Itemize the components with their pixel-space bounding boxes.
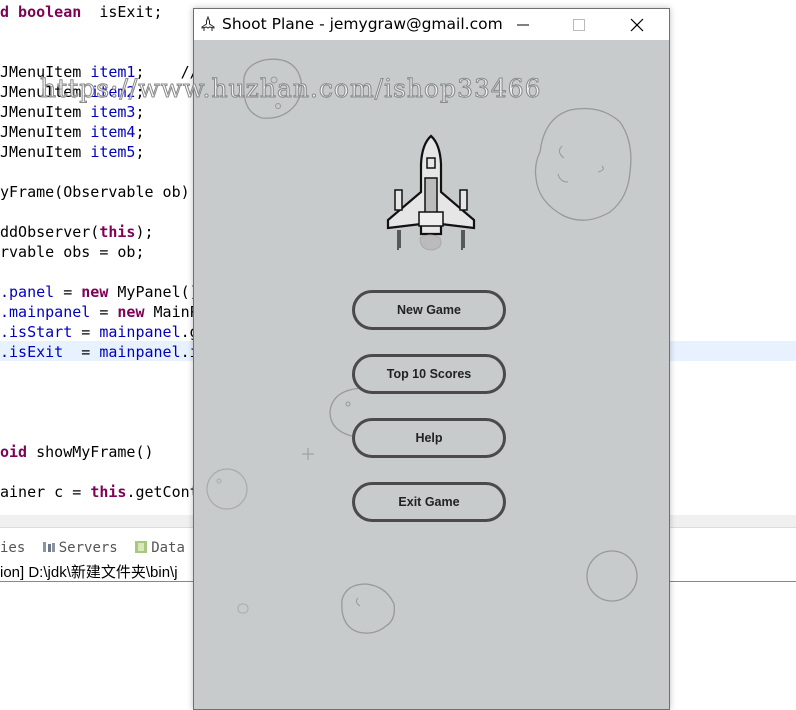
code-token: =: [54, 283, 82, 301]
top-scores-button[interactable]: Top 10 Scores: [352, 354, 506, 394]
code-token: item4: [90, 123, 136, 141]
code-line: JMenuItem item1; //: [0, 62, 199, 82]
code-token: JMenuItem: [0, 123, 91, 141]
code-line: oid showMyFrame(): [0, 442, 154, 462]
code-line: JMenuItem item3;: [0, 102, 145, 122]
code-token: item3: [90, 103, 136, 121]
plane-app-icon: [201, 16, 215, 31]
code-token: ainer c =: [0, 483, 91, 501]
code-token: );: [135, 223, 154, 241]
title-bar[interactable]: Shoot Plane - jemygraw@gmail.com: [194, 9, 669, 40]
asteroid-icon: [341, 583, 395, 634]
exit-game-button[interactable]: Exit Game: [352, 482, 506, 522]
code-line: JMenuItem item5;: [0, 142, 145, 162]
code-token: ;: [135, 103, 145, 121]
code-token: mainpanel: [99, 343, 181, 361]
asteroid-icon: [237, 603, 249, 614]
code-token: .isStart: [0, 323, 73, 341]
code-line: yFrame(Observable ob): [0, 182, 190, 202]
code-token: oid: [0, 443, 28, 461]
code-token: isExit;: [81, 3, 163, 21]
tab-label: ies: [0, 540, 26, 556]
code-token: ;: [135, 83, 145, 101]
close-icon: [630, 18, 644, 31]
maximize-button[interactable]: [556, 9, 602, 40]
code-token: new: [81, 283, 109, 301]
code-token: item2: [90, 83, 136, 101]
code-token: d boolean: [0, 3, 82, 21]
code-token: =: [63, 343, 100, 361]
code-token: yFrame(Observable ob): [0, 183, 190, 201]
close-button[interactable]: [614, 9, 660, 40]
code-token: =: [90, 303, 118, 321]
asteroid-icon: [243, 58, 303, 119]
tab-servers[interactable]: Servers: [42, 537, 118, 559]
code-line: .isExit = mainpanel.i: [0, 342, 199, 362]
window-title: Shoot Plane - jemygraw@gmail.com: [222, 15, 503, 33]
code-token: MyPanel(): [108, 283, 199, 301]
code-token: .isExit: [0, 343, 64, 361]
plane-logo-icon: [386, 134, 476, 251]
help-button[interactable]: Help: [352, 418, 506, 458]
data-source-icon: [135, 541, 148, 553]
code-token: MainP: [144, 303, 199, 321]
star-icon: [302, 448, 314, 460]
game-window: Shoot Plane - jemygraw@gmail.com New Gam…: [193, 8, 670, 710]
code-token: ;: [135, 143, 145, 161]
code-line: rvable obs = ob;: [0, 242, 145, 262]
code-token: new: [117, 303, 145, 321]
game-menu-panel: New Game Top 10 Scores Help Exit Game: [194, 40, 669, 709]
maximize-icon: [573, 18, 585, 31]
minimize-button[interactable]: [500, 9, 546, 40]
code-line: d boolean isExit;: [0, 2, 163, 22]
code-token: item5: [90, 143, 136, 161]
code-line: .mainpanel = new MainP: [0, 302, 199, 322]
code-token: ; //: [135, 63, 199, 81]
code-token: ddObserver(: [0, 223, 100, 241]
code-line: .panel = new MyPanel(): [0, 282, 199, 302]
code-token: showMyFrame(): [27, 443, 154, 461]
code-token: this: [99, 223, 136, 241]
code-line: JMenuItem item2;: [0, 82, 145, 102]
code-line: .isStart = mainpanel.g: [0, 322, 199, 342]
code-token: item1: [90, 63, 136, 81]
asteroid-icon: [586, 550, 638, 602]
code-line: JMenuItem item4;: [0, 122, 145, 142]
code-token: this: [90, 483, 127, 501]
code-token: JMenuItem: [0, 143, 91, 161]
code-token: mainpanel: [99, 323, 181, 341]
code-token: =: [72, 323, 100, 341]
code-token: JMenuItem: [0, 83, 91, 101]
code-token: rvable obs = ob;: [0, 243, 145, 261]
code-line: ddObserver(this);: [0, 222, 154, 242]
asteroid-icon: [534, 107, 632, 221]
code-token: ;: [135, 123, 145, 141]
tab-label: Servers: [58, 540, 118, 556]
code-token: JMenuItem: [0, 103, 91, 121]
tab-properties[interactable]: ies: [0, 537, 25, 559]
minimize-icon: [517, 24, 529, 25]
code-token: .getCont: [126, 483, 199, 501]
code-token: .mainpanel: [0, 303, 91, 321]
code-token: JMenuItem: [0, 63, 91, 81]
code-token: .panel: [0, 283, 55, 301]
asteroid-icon: [206, 468, 248, 510]
servers-icon: [42, 542, 55, 552]
new-game-button[interactable]: New Game: [352, 290, 506, 330]
code-line: ainer c = this.getCont: [0, 482, 199, 502]
